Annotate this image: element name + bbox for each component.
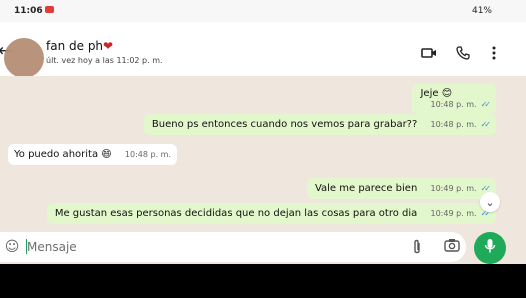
message-time: 10:49 p. m.	[430, 209, 477, 218]
last-seen: últ. vez hoy a las 11:02 p. m.	[46, 56, 163, 65]
contact-name[interactable]: fan de ph❤	[46, 39, 113, 53]
chat-header: ← fan de ph❤ últ. vez hoy a las 11:02 p.…	[0, 22, 526, 78]
message-text: Jeje	[420, 88, 439, 99]
mic-icon	[484, 238, 496, 258]
video-call-icon[interactable]	[420, 44, 438, 62]
message-time: 10:48 p. m.	[430, 100, 477, 109]
message-bubble-outgoing[interactable]: Bueno ps entonces cuando nos vemos para …	[143, 114, 496, 135]
more-vert-icon[interactable]	[485, 44, 503, 62]
status-time: 11:06	[14, 6, 43, 16]
message-time: 10:49 p. m.	[430, 184, 477, 193]
phone-icon[interactable]	[454, 44, 472, 62]
message-text: Vale me parece bien	[314, 183, 418, 194]
message-time: 10:48 p. m.	[124, 150, 172, 159]
notification-icon	[45, 6, 54, 13]
avatar[interactable]	[4, 38, 44, 78]
message-text: Bueno ps entonces cuando nos vemos para …	[151, 119, 418, 130]
message-text: Me gustan esas personas decididas que no…	[54, 208, 418, 219]
bottom-bar	[0, 264, 526, 298]
mic-button[interactable]	[474, 232, 506, 264]
message-text: Yo puedo ahorita	[14, 149, 99, 160]
read-ticks-icon: ✓✓	[480, 120, 492, 129]
message-bubble-outgoing[interactable]: Jeje 😊 10:48 p. m. ✓✓	[412, 84, 496, 114]
emoji: 😄	[101, 149, 112, 160]
chevron-down-icon: ⌄	[485, 195, 495, 209]
battery-level: 41%	[471, 6, 492, 16]
read-ticks-icon: ✓✓	[480, 100, 492, 109]
composer-bar: ☺ Mensaje	[0, 232, 526, 264]
chat-area[interactable]: Jeje 😊 10:48 p. m. ✓✓ Bueno ps entonces c…	[0, 76, 526, 232]
message-bubble-outgoing[interactable]: Me gustan esas personas decididas que no…	[46, 203, 496, 224]
scroll-down-button[interactable]: ⌄	[480, 192, 500, 212]
message-input-box[interactable]: ☺ Mensaje	[0, 232, 466, 262]
message-time: 10:48 p. m.	[430, 120, 477, 129]
message-bubble-incoming[interactable]: Yo puedo ahorita 😄 10:48 p. m.	[8, 144, 178, 165]
heart-icon: ❤	[103, 39, 114, 53]
emoji: 😊	[441, 88, 453, 99]
whatsapp-chat-screen: 11:06 41% ← fan de ph❤ últ. vez hoy a la…	[0, 0, 526, 298]
message-bubble-outgoing[interactable]: Vale me parece bien 10:49 p. m. ✓✓	[306, 178, 496, 199]
contact-name-text: fan de ph	[46, 39, 104, 53]
attach-icon[interactable]	[412, 239, 422, 259]
emoji-icon[interactable]: ☺	[4, 239, 20, 255]
status-bar: 11:06 41%	[0, 0, 526, 22]
camera-icon[interactable]	[444, 238, 460, 256]
message-input[interactable]: Mensaje	[27, 240, 77, 254]
